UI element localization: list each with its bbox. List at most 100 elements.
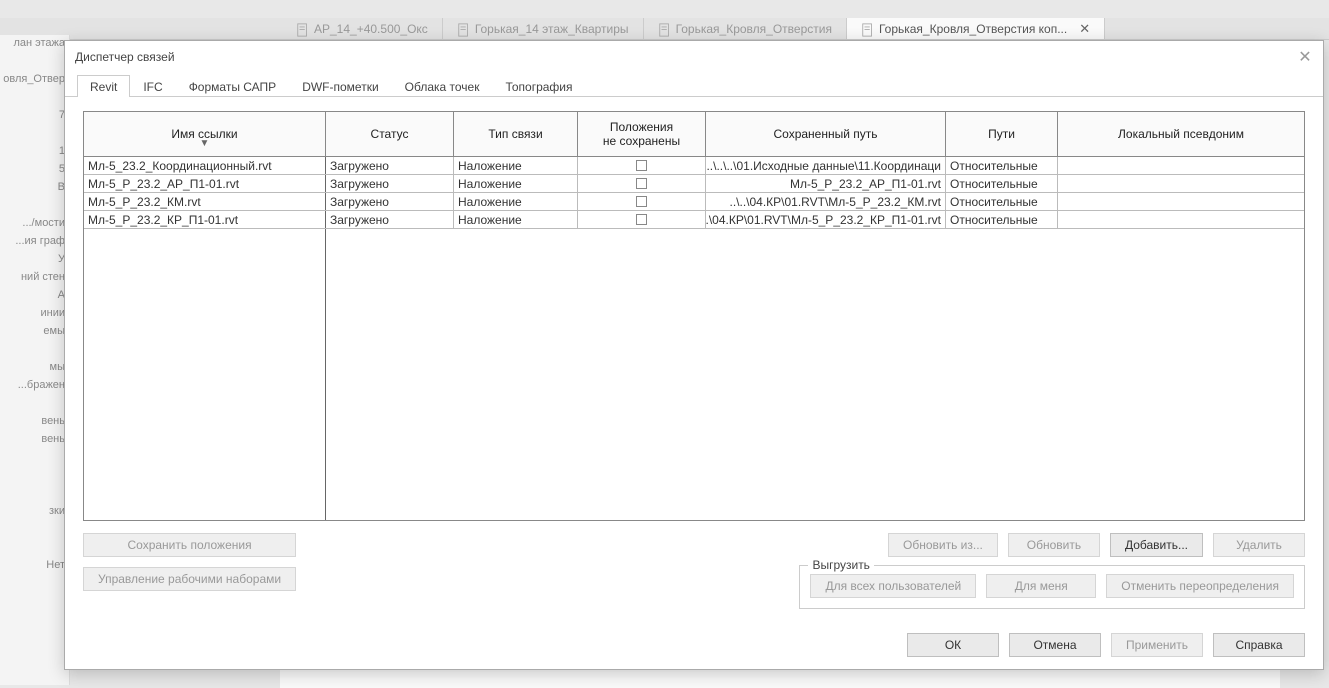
cell-alias bbox=[1058, 211, 1304, 228]
background-panel-row: емы bbox=[0, 323, 69, 341]
background-panel-row bbox=[0, 449, 69, 467]
cell-status: Загружено bbox=[326, 211, 454, 228]
cell-unsaved bbox=[578, 157, 706, 174]
background-panel-row: 5 bbox=[0, 161, 69, 179]
update-from-button[interactable]: Обновить из... bbox=[888, 533, 998, 557]
document-tab[interactable]: АР_14_+40.500_Окс bbox=[282, 18, 443, 39]
cell-path: ..\..\04.КР\01.RVT\Мл-5_Р_23.2_КР_П1-01.… bbox=[706, 211, 946, 228]
help-button[interactable]: Справка bbox=[1213, 633, 1305, 657]
dialog-title: Диспетчер связей bbox=[75, 50, 175, 64]
cell-alias bbox=[1058, 175, 1304, 192]
cell-paths: Относительные bbox=[946, 157, 1058, 174]
tab-revit[interactable]: Revit bbox=[77, 75, 130, 97]
checkbox-icon[interactable] bbox=[636, 160, 647, 171]
cell-status: Загружено bbox=[326, 175, 454, 192]
document-tabs: АР_14_+40.500_Окс Горькая_14 этаж_Квартир… bbox=[0, 18, 1329, 40]
cell-status: Загружено bbox=[326, 193, 454, 210]
tab-облака-точек[interactable]: Облака точек bbox=[392, 75, 493, 97]
background-panel-row: бражен... bbox=[0, 377, 69, 395]
checkbox-icon[interactable] bbox=[636, 214, 647, 225]
col-header-path[interactable]: Сохраненный путь bbox=[706, 112, 946, 156]
table-row[interactable]: Мл-5_23.2_Координационный.rvtЗагруженоНа… bbox=[84, 157, 1304, 175]
background-panel-row bbox=[0, 539, 69, 557]
col-header-type[interactable]: Тип связи bbox=[454, 112, 578, 156]
cell-paths: Относительные bbox=[946, 175, 1058, 192]
cell-type: Наложение bbox=[454, 175, 578, 192]
save-positions-button[interactable]: Сохранить положения bbox=[83, 533, 296, 557]
cell-path: Мл-5_Р_23.2_АР_П1-01.rvt bbox=[706, 175, 946, 192]
cancel-overrides-button[interactable]: Отменить переопределения bbox=[1106, 574, 1294, 598]
background-panel-row: мы bbox=[0, 359, 69, 377]
sort-indicator-icon: ▼ bbox=[200, 138, 210, 149]
links-grid: Имя ссылки ▼ Статус Тип связи Положения … bbox=[83, 111, 1305, 521]
cell-type: Наложение bbox=[454, 211, 578, 228]
manage-worksets-button[interactable]: Управление рабочими наборами bbox=[83, 567, 296, 591]
table-row[interactable]: Мл-5_Р_23.2_АР_П1-01.rvtЗагруженоНаложен… bbox=[84, 175, 1304, 193]
background-panel-row bbox=[0, 467, 69, 485]
cell-name: Мл-5_Р_23.2_АР_П1-01.rvt bbox=[84, 175, 326, 192]
cancel-button[interactable]: Отмена bbox=[1009, 633, 1101, 657]
background-panel-row bbox=[0, 89, 69, 107]
tab-форматы-сапр[interactable]: Форматы САПР bbox=[176, 75, 290, 97]
cell-name: Мл-5_Р_23.2_КМ.rvt bbox=[84, 193, 326, 210]
background-panel-row: ний стен bbox=[0, 269, 69, 287]
table-row[interactable]: Мл-5_Р_23.2_КР_П1-01.rvtЗагруженоНаложен… bbox=[84, 211, 1304, 229]
background-panel-row: инии bbox=[0, 305, 69, 323]
manage-links-dialog: Диспетчер связей ✕ RevitIFCФорматы САПРD… bbox=[64, 40, 1324, 670]
grid-body: Мл-5_23.2_Координационный.rvtЗагруженоНа… bbox=[84, 157, 1304, 520]
document-icon bbox=[861, 23, 873, 35]
col-header-alias[interactable]: Локальный псевдоним bbox=[1058, 112, 1304, 156]
unload-group: Выгрузить Для всех пользователей Для мен… bbox=[799, 565, 1305, 609]
tab-топография[interactable]: Топография bbox=[492, 75, 585, 97]
background-panel-row: вень bbox=[0, 431, 69, 449]
unload-group-label: Выгрузить bbox=[808, 558, 874, 572]
cell-unsaved bbox=[578, 211, 706, 228]
background-panel-row: 7 bbox=[0, 107, 69, 125]
ok-button[interactable]: ОК bbox=[907, 633, 999, 657]
background-panel-row: А bbox=[0, 287, 69, 305]
cell-unsaved bbox=[578, 193, 706, 210]
background-panel-row bbox=[0, 395, 69, 413]
col-header-name[interactable]: Имя ссылки ▼ bbox=[84, 112, 326, 156]
cell-path: ..\..\04.КР\01.RVT\Мл-5_Р_23.2_КМ.rvt bbox=[706, 193, 946, 210]
col-header-status[interactable]: Статус bbox=[326, 112, 454, 156]
unload-for-me-button[interactable]: Для меня bbox=[986, 574, 1096, 598]
background-properties-panel: лан этажаовля_Отвер715Вмости/...ия граф.… bbox=[0, 35, 70, 685]
checkbox-icon[interactable] bbox=[636, 196, 647, 207]
cell-type: Наложение bbox=[454, 193, 578, 210]
document-tab[interactable]: Горькая_Кровля_Отверстия bbox=[644, 18, 847, 39]
document-tab[interactable]: Горькая_Кровля_Отверстия коп...✕ bbox=[847, 18, 1105, 39]
close-icon[interactable]: ✕ bbox=[1079, 21, 1090, 37]
unload-for-all-button[interactable]: Для всех пользователей bbox=[810, 574, 976, 598]
background-panel-row bbox=[0, 521, 69, 539]
col-header-paths[interactable]: Пути bbox=[946, 112, 1058, 156]
document-tab[interactable]: Горькая_14 этаж_Квартиры bbox=[443, 18, 644, 39]
background-panel-row bbox=[0, 197, 69, 215]
background-panel-row: Нет bbox=[0, 557, 69, 575]
tab-dwf-пометки[interactable]: DWF-пометки bbox=[289, 75, 391, 97]
cell-name: Мл-5_23.2_Координационный.rvt bbox=[84, 157, 326, 174]
background-panel-row: 1 bbox=[0, 143, 69, 161]
grid-header: Имя ссылки ▼ Статус Тип связи Положения … bbox=[84, 112, 1304, 157]
update-button[interactable]: Обновить bbox=[1008, 533, 1100, 557]
document-icon bbox=[658, 23, 670, 35]
checkbox-icon[interactable] bbox=[636, 178, 647, 189]
background-panel-row bbox=[0, 53, 69, 71]
background-panel-row: В bbox=[0, 179, 69, 197]
add-button[interactable]: Добавить... bbox=[1110, 533, 1203, 557]
grid-empty-name-col bbox=[84, 229, 326, 520]
background-panel-row: лан этажа bbox=[0, 35, 69, 53]
document-tab-label: АР_14_+40.500_Окс bbox=[314, 22, 428, 36]
cell-alias bbox=[1058, 193, 1304, 210]
tab-ifc[interactable]: IFC bbox=[130, 75, 175, 97]
dialog-footer: ОК Отмена Применить Справка bbox=[65, 623, 1323, 669]
remove-button[interactable]: Удалить bbox=[1213, 533, 1305, 557]
cell-type: Наложение bbox=[454, 157, 578, 174]
col-header-unsaved[interactable]: Положения не сохранены bbox=[578, 112, 706, 156]
dialog-titlebar: Диспетчер связей ✕ bbox=[65, 41, 1323, 73]
cell-paths: Относительные bbox=[946, 211, 1058, 228]
close-icon[interactable]: ✕ bbox=[1295, 47, 1315, 67]
table-row[interactable]: Мл-5_Р_23.2_КМ.rvtЗагруженоНаложение ..\.… bbox=[84, 193, 1304, 211]
apply-button[interactable]: Применить bbox=[1111, 633, 1203, 657]
document-icon bbox=[457, 23, 469, 35]
